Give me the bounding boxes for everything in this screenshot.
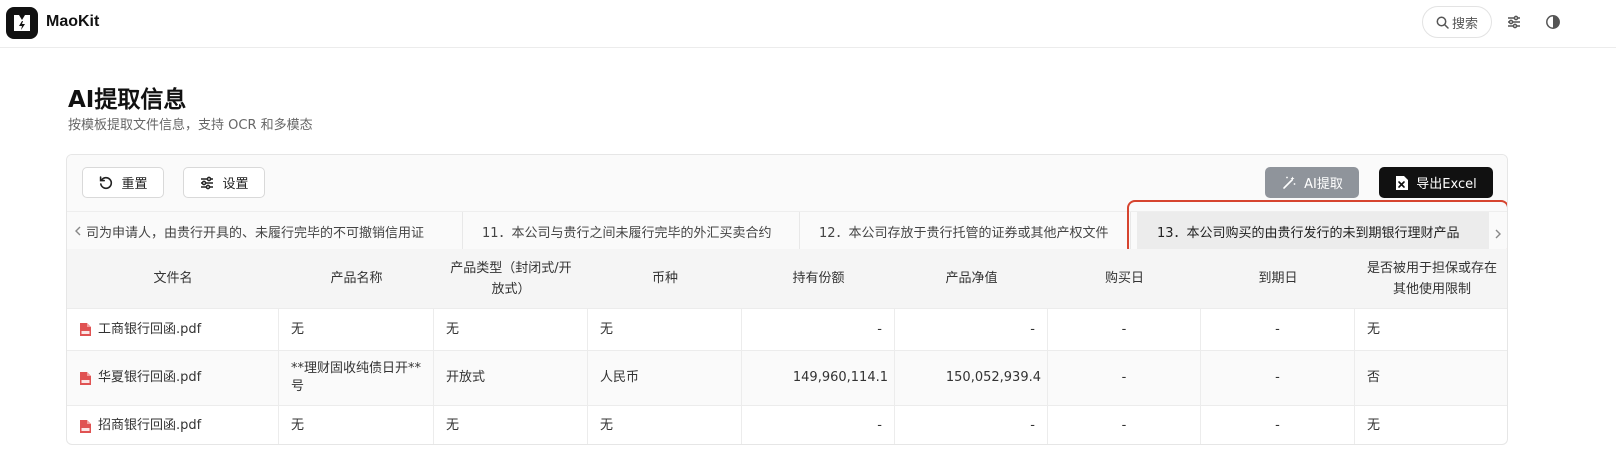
search-label: 搜索	[1451, 16, 1478, 32]
ai-extract-label: AI提取	[1304, 177, 1343, 192]
table-cell: -	[742, 309, 895, 350]
column-header: 产品净值	[945, 271, 998, 286]
table-cell: 无	[588, 309, 742, 350]
template-tabs: 司为申请人，由贵行开具的、未履行完毕的不可撤销信用证 11．本公司与贵行之间未履…	[67, 211, 1507, 250]
table-cell: 无	[434, 406, 588, 444]
table-cell: -	[1201, 351, 1355, 405]
maokit-logo-icon[interactable]	[6, 7, 38, 39]
theme-toggle-icon[interactable]	[1543, 12, 1563, 32]
column-header: 是否被用于担保或存在其他使用限制	[1366, 260, 1497, 297]
column-header: 币种	[651, 271, 678, 286]
reset-icon	[98, 175, 114, 191]
ai-extract-button[interactable]: AI提取	[1265, 167, 1359, 198]
column-header: 文件名	[153, 271, 193, 286]
top-nav: MaoKit 搜索	[0, 0, 1616, 48]
table-cell: 无	[279, 406, 434, 444]
column-header: 到期日	[1258, 271, 1298, 286]
file-name: 华夏银行回函.pdf	[98, 370, 202, 385]
table-cell: 无	[434, 309, 588, 350]
settings-sliders-icon[interactable]	[1504, 12, 1524, 32]
table-cell: 150,052,939.4	[895, 351, 1048, 405]
reset-label: 重置	[121, 177, 148, 192]
table-cell: -	[895, 406, 1048, 444]
chevron-left-icon[interactable]	[73, 225, 83, 237]
table-cell: 人民币	[588, 351, 742, 405]
table-row[interactable]: 华夏银行回函.pdf **理财固收纯债日开**号 开放式 人民币 149,960…	[67, 350, 1507, 405]
toolbar: 重置 设置 AI提取 导出Excel	[67, 155, 1507, 211]
table-cell: 无	[279, 309, 434, 350]
file-name-cell[interactable]: 招商银行回函.pdf	[67, 406, 279, 444]
tab-10[interactable]: 司为申请人，由贵行开具的、未履行完毕的不可撤销信用证	[67, 212, 463, 250]
table-cell: **理财固收纯债日开**号	[279, 351, 434, 405]
file-name-cell[interactable]: 华夏银行回函.pdf	[67, 351, 279, 405]
tab-label: 司为申请人，由贵行开具的、未履行完毕的不可撤销信用证	[86, 225, 425, 241]
file-name: 工商银行回函.pdf	[98, 321, 202, 337]
pdf-file-icon	[79, 419, 92, 434]
reset-button[interactable]: 重置	[82, 167, 164, 198]
table-cell: 开放式	[434, 351, 588, 405]
export-excel-label: 导出Excel	[1416, 177, 1477, 192]
chevron-right-icon[interactable]	[1493, 225, 1503, 244]
tab-label: 13．本公司购买的由贵行发行的未到期银行理财产品	[1157, 225, 1460, 241]
settings-label: 设置	[222, 177, 249, 192]
column-header: 产品名称	[330, 271, 383, 286]
column-header: 购买日	[1104, 271, 1144, 286]
table-header: 文件名 产品名称 产品类型（封闭式/开放式） 币种 持有份额 产品净值 购买日 …	[67, 249, 1507, 308]
search-icon	[1436, 16, 1449, 29]
magic-wand-icon	[1281, 175, 1297, 191]
extraction-card: 重置 设置 AI提取 导出Excel 司为申请人，由贵行开具的、未履行完毕的不可…	[66, 154, 1508, 445]
export-excel-button[interactable]: 导出Excel	[1379, 167, 1493, 198]
search-button[interactable]: 搜索	[1422, 6, 1492, 38]
file-name: 招商银行回函.pdf	[98, 418, 202, 433]
table-cell: -	[1048, 351, 1201, 405]
table-cell: -	[1201, 309, 1355, 350]
tab-12[interactable]: 12．本公司存放于贵行托管的证券或其他产权文件	[801, 212, 1131, 250]
table-cell: 无	[1367, 321, 1381, 337]
pdf-file-icon	[79, 322, 92, 337]
table-cell: 无	[588, 406, 742, 444]
tab-11[interactable]: 11．本公司与贵行之间未履行完毕的外汇买卖合约	[464, 212, 800, 250]
file-name-cell[interactable]: 工商银行回函.pdf	[67, 309, 279, 350]
pdf-file-icon	[79, 371, 92, 386]
table-cell: 无	[1367, 418, 1381, 433]
sliders-icon	[199, 175, 215, 191]
tab-label: 11．本公司与贵行之间未履行完毕的外汇买卖合约	[482, 225, 772, 241]
table-cell: 149,960,114.1	[742, 351, 895, 405]
table-cell: -	[1048, 406, 1201, 444]
table-cell: -	[1201, 406, 1355, 444]
table-row[interactable]: 招商银行回函.pdf 无 无 无 - - - - 无	[67, 405, 1507, 444]
column-header: 产品类型（封闭式/开放式）	[450, 260, 572, 297]
table-cell: -	[1048, 309, 1201, 350]
tab-13[interactable]: 13．本公司购买的由贵行发行的未到期银行理财产品	[1137, 212, 1489, 250]
page-subtitle: 按模板提取文件信息，支持 OCR 和多模态	[68, 118, 313, 133]
table-cell: -	[742, 406, 895, 444]
table-cell: -	[895, 309, 1048, 350]
column-header: 持有份额	[792, 271, 845, 286]
table-row[interactable]: 工商银行回函.pdf 无 无 无 - - - - 无	[67, 308, 1507, 350]
settings-button[interactable]: 设置	[183, 167, 265, 198]
table-cell: 否	[1367, 370, 1381, 385]
brand-name[interactable]: MaoKit	[46, 13, 99, 31]
tab-label: 12．本公司存放于贵行托管的证券或其他产权文件	[819, 225, 1109, 241]
page-title: AI提取信息	[68, 87, 187, 113]
excel-file-icon	[1395, 175, 1409, 191]
